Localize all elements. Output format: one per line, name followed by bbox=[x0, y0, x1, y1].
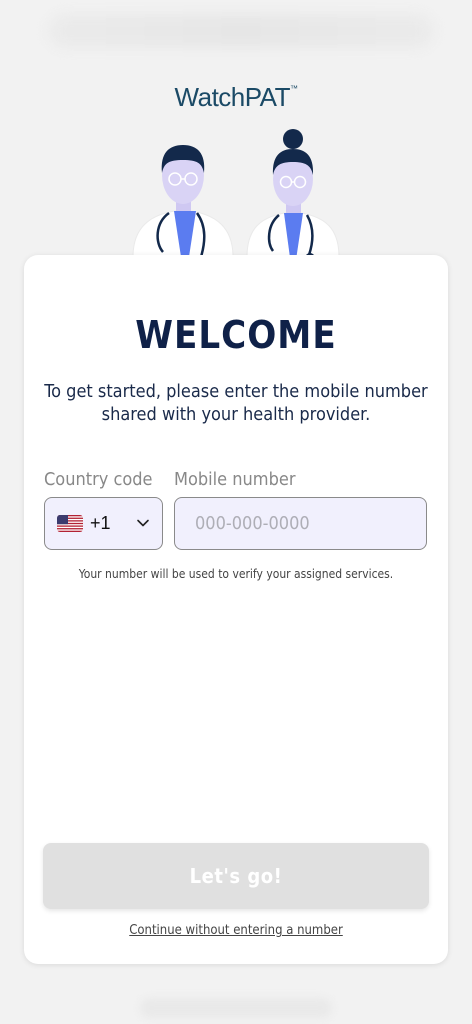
watchpat-logo: WatchPAT™ bbox=[0, 82, 472, 113]
subtitle-line-1: To get started, please enter the mobile … bbox=[44, 381, 428, 402]
country-code-select[interactable]: +1 bbox=[44, 497, 163, 550]
chevron-down-icon bbox=[137, 519, 149, 527]
logo-trademark: ™ bbox=[289, 84, 298, 93]
us-flag-icon bbox=[57, 515, 83, 532]
helper-text: Your number will be used to verify your … bbox=[78, 567, 394, 581]
mobile-number-label: Mobile number bbox=[174, 469, 296, 490]
home-indicator bbox=[140, 998, 332, 1018]
mobile-number-input[interactable] bbox=[174, 497, 427, 550]
lets-go-button[interactable]: Let's go! bbox=[43, 843, 429, 909]
country-code-label: Country code bbox=[44, 469, 153, 490]
subtitle-line-2: shared with your health provider. bbox=[101, 404, 371, 425]
country-dial-code: +1 bbox=[90, 513, 111, 533]
logo-text: WatchPAT bbox=[174, 82, 291, 112]
status-bar bbox=[48, 14, 434, 48]
welcome-subtitle: To get started, please enter the mobile … bbox=[44, 380, 428, 426]
continue-without-number-link[interactable]: Continue without entering a number bbox=[24, 923, 448, 938]
welcome-title: WELCOME bbox=[135, 313, 337, 357]
